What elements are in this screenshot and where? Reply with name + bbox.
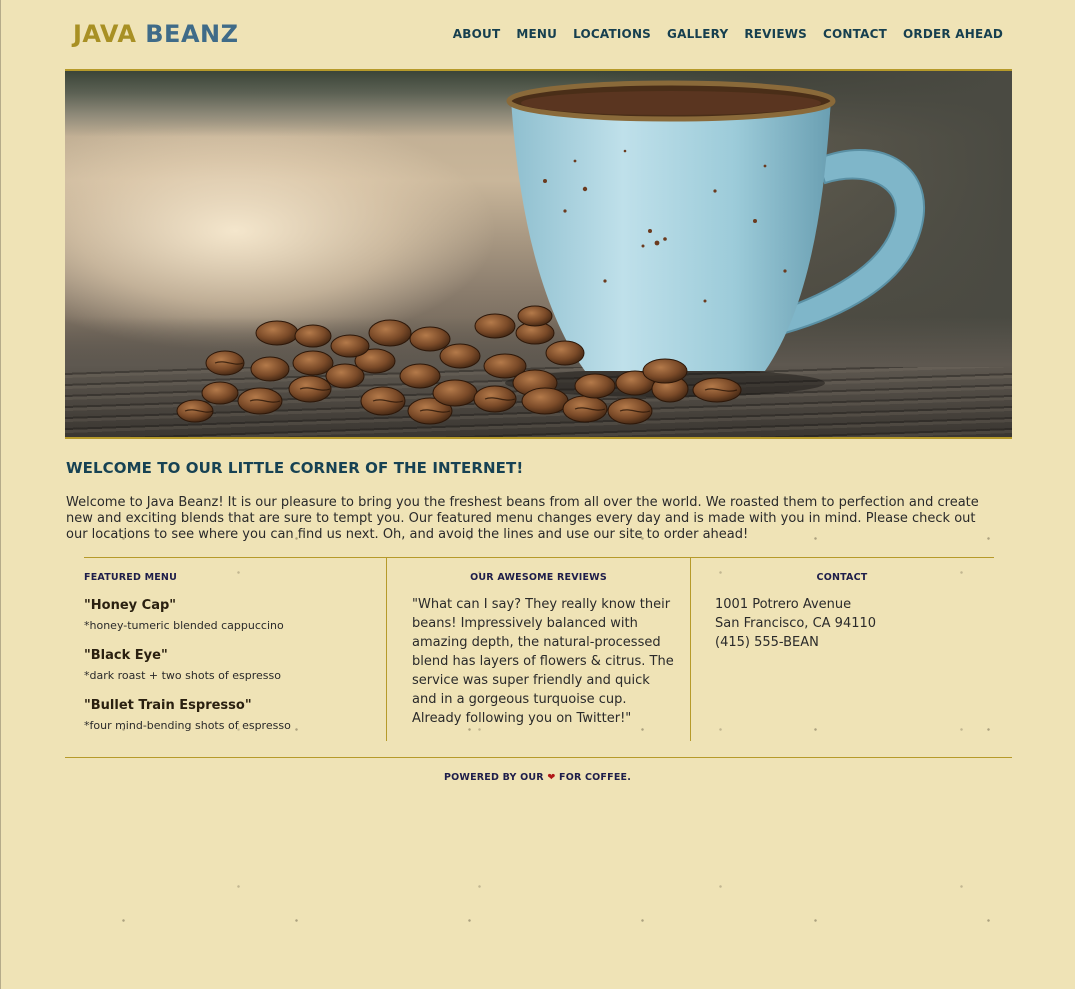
brand-word-beanz: BEANZ	[145, 20, 239, 48]
featured-menu-column: FEATURED MENU "Honey Cap" *honey-tumeric…	[84, 558, 387, 741]
review-quote: "What can I say? They really know their …	[412, 597, 674, 726]
menu-item-name: "Black Eye"	[84, 648, 168, 663]
nav-locations[interactable]: LOCATIONS	[573, 27, 651, 41]
menu-item-name: "Honey Cap"	[84, 598, 177, 613]
menu-item-desc: *honey-tumeric blended cappuccino	[84, 619, 284, 632]
menu-item-name: "Bullet Train Espresso"	[84, 698, 252, 713]
nav-menu[interactable]: MENU	[516, 27, 557, 41]
menu-item-desc: *dark roast + two shots of espresso	[84, 669, 281, 682]
brand-word-java: JAVA	[73, 20, 137, 48]
menu-item: "Bullet Train Espresso" *four mind-bendi…	[84, 698, 291, 732]
main-nav: ABOUT MENU LOCATIONS GALLERY REVIEWS CON…	[453, 27, 1003, 41]
contact-column: CONTACT 1001 Potrero Avenue San Francisc…	[691, 558, 993, 741]
hero-image	[65, 69, 1012, 439]
nav-gallery[interactable]: GALLERY	[667, 27, 728, 41]
menu-item-desc: *four mind-bending shots of espresso	[84, 719, 291, 732]
footer-text-before: POWERED BY OUR	[443, 772, 544, 783]
welcome-title: WELCOME TO OUR LITTLE CORNER OF THE INTE…	[66, 459, 524, 477]
menu-item: "Honey Cap" *honey-tumeric blended cappu…	[84, 598, 284, 632]
footer-divider	[65, 757, 1012, 758]
nav-contact[interactable]: CONTACT	[823, 27, 887, 41]
contact-heading: CONTACT	[816, 572, 868, 583]
footer-text: POWERED BY OUR ❤ FOR COFFEE.	[0, 772, 1075, 783]
welcome-text: Welcome to Java Beanz! It is our pleasur…	[66, 495, 979, 542]
brand-logo[interactable]: JAVA BEANZ	[73, 20, 239, 48]
nav-order-ahead[interactable]: ORDER AHEAD	[903, 27, 1003, 41]
contact-phone[interactable]: (415) 555-BEAN	[715, 633, 876, 652]
coffee-cup-and-beans-illustration	[176, 80, 925, 425]
reviews-heading: OUR AWESOME REVIEWS	[470, 572, 607, 583]
footer-text-after: FOR COFFEE.	[559, 772, 632, 783]
info-columns: FEATURED MENU "Honey Cap" *honey-tumeric…	[84, 557, 994, 741]
contact-address-line2: San Francisco, CA 94110	[715, 616, 877, 631]
heart-icon: ❤	[547, 772, 556, 783]
page-edge	[0, 0, 1, 989]
menu-item: "Black Eye" *dark roast + two shots of e…	[84, 648, 281, 682]
featured-menu-heading: FEATURED MENU	[84, 572, 177, 583]
reviews-column: OUR AWESOME REVIEWS "What can I say? The…	[387, 558, 691, 741]
contact-details: 1001 Potrero Avenue San Francisco, CA 94…	[715, 595, 876, 652]
contact-address-line1: 1001 Potrero Avenue	[715, 597, 852, 612]
nav-reviews[interactable]: REVIEWS	[744, 27, 807, 41]
nav-about[interactable]: ABOUT	[453, 27, 501, 41]
